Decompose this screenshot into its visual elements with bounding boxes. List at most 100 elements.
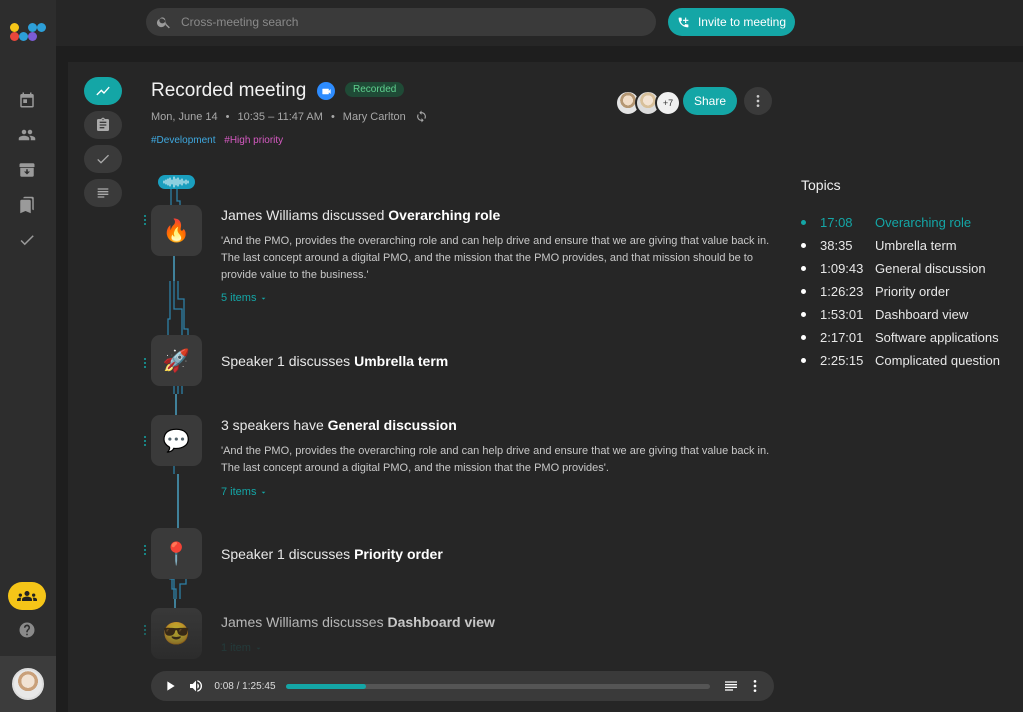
event-speaker: James Williams discussed	[221, 207, 389, 223]
tab-transcript[interactable]	[84, 179, 122, 207]
trend-line-icon	[96, 86, 110, 96]
topic-item[interactable]: 17:08 Overarching role	[801, 214, 971, 230]
user-profile[interactable]	[0, 656, 56, 712]
audio-wave-icon	[158, 175, 195, 189]
playback-time: 0:08 / 1:25:45	[214, 680, 276, 692]
fire-icon[interactable]: 🔥	[151, 205, 202, 256]
tab-tasks[interactable]	[84, 145, 122, 173]
event-items-label: 7 items	[221, 486, 257, 498]
left-rail	[0, 0, 56, 712]
page-title: Recorded meeting	[151, 80, 307, 101]
separator: •	[225, 110, 230, 123]
topic-label: Software applications	[875, 329, 999, 345]
event-topic: Priority order	[354, 546, 443, 562]
phone-icon	[678, 17, 689, 27]
event-items-toggle[interactable]: 1 item	[221, 642, 263, 654]
event-speaker: 3 speakers have	[221, 417, 328, 433]
drag-handle[interactable]	[144, 215, 148, 229]
archive-icon[interactable]	[17, 160, 37, 180]
topic-time: 17:08	[820, 214, 853, 230]
event-items-label: 5 items	[221, 292, 257, 304]
calendar-icon[interactable]	[17, 90, 37, 110]
tab-timeline[interactable]	[84, 77, 122, 105]
topic-time: 1:53:01	[820, 306, 864, 322]
checkmark-icon[interactable]	[17, 230, 37, 250]
more-vertical-icon	[753, 680, 757, 692]
progress-slider[interactable]	[285, 683, 710, 689]
topic-item[interactable]: 2:25:15 Complicated question	[801, 352, 1000, 368]
drag-handle[interactable]	[144, 436, 148, 450]
sync-icon[interactable]	[415, 110, 428, 123]
topic-item[interactable]: 1:53:01 Dashboard view	[801, 306, 968, 322]
progress-fill	[285, 683, 367, 689]
caret-down-icon	[262, 297, 266, 300]
player-more-button[interactable]	[746, 677, 764, 695]
drag-handle[interactable]	[144, 625, 148, 639]
event-items-toggle[interactable]: 7 items	[221, 486, 268, 498]
volume-icon	[189, 680, 202, 692]
topic-item[interactable]: 2:17:01 Software applications	[801, 329, 999, 345]
avatar	[12, 668, 44, 700]
meeting-panel: Recorded meeting Recorded Mon, June 14 •…	[68, 62, 1023, 712]
event-speaker: Speaker 1 discusses	[221, 546, 355, 562]
tag-high-priority[interactable]: #High priority	[224, 135, 283, 146]
invite-to-meeting-button[interactable]: Invite to meeting	[668, 8, 795, 36]
topic-label: Complicated question	[875, 352, 1001, 368]
bookmarks-icon[interactable]	[17, 195, 37, 215]
pushpin-icon[interactable]: 📍	[151, 528, 202, 579]
play-button[interactable]	[161, 677, 179, 695]
people-icon[interactable]	[17, 125, 37, 145]
topic-item[interactable]: 1:26:23 Priority order	[801, 283, 949, 299]
more-options-button[interactable]	[744, 87, 772, 115]
participant-avatars[interactable]: +7	[615, 90, 681, 116]
drag-handle[interactable]	[144, 545, 148, 559]
drag-handle[interactable]	[144, 358, 148, 372]
topic-time: 1:09:43	[820, 260, 864, 276]
help-icon[interactable]	[18, 621, 36, 639]
event-items-toggle[interactable]: 5 items	[221, 292, 268, 304]
share-button[interactable]: Share	[683, 87, 737, 115]
sunglasses-face-icon[interactable]: 😎	[151, 608, 202, 659]
topic-bullet	[801, 311, 806, 317]
meeting-host: Mary Carlton	[342, 110, 406, 123]
meeting-time: 10:35 – 11:47 AM	[237, 110, 323, 123]
group-icon	[17, 591, 37, 601]
caret-down-icon	[262, 491, 266, 494]
search-input[interactable]	[181, 15, 621, 29]
event-topic: Umbrella term	[354, 353, 449, 369]
topic-item[interactable]: 38:35 Umbrella term	[801, 237, 957, 253]
text-lines-icon	[97, 188, 109, 198]
tag-development[interactable]: #Development	[151, 135, 215, 146]
meeting-meta: Mon, June 14 • 10:35 – 11:47 AM • Mary C…	[151, 110, 428, 123]
tag-list: #Development #High priority	[151, 135, 283, 146]
search-box[interactable]	[146, 8, 656, 36]
topics-heading: Topics	[801, 177, 841, 193]
event-topic: General discussion	[327, 417, 457, 433]
team-button[interactable]	[8, 582, 46, 610]
tab-notes[interactable]	[84, 111, 122, 139]
rocket-icon[interactable]: 🚀	[151, 335, 202, 386]
topic-time: 1:26:23	[820, 283, 864, 299]
invite-label: Invite to meeting	[697, 15, 787, 29]
event-quote: 'And the PMO, provides the overarching r…	[221, 235, 770, 281]
event-speaker: Speaker 1 discusses	[221, 353, 355, 369]
topic-bullet	[801, 265, 806, 271]
topic-bullet	[801, 288, 806, 294]
topic-label: Priority order	[875, 283, 950, 299]
checkmark-icon	[97, 154, 109, 164]
event-speaker: James Williams discusses	[221, 614, 388, 630]
clipboard-icon	[97, 117, 109, 131]
topic-bullet	[801, 242, 806, 248]
event-heading: James Williams discussed Overarching rol…	[221, 207, 500, 223]
volume-button[interactable]	[187, 677, 205, 695]
topic-label: Umbrella term	[875, 237, 957, 253]
topic-item[interactable]: 1:09:43 General discussion	[801, 260, 986, 276]
top-bar: Invite to meeting	[56, 0, 1023, 46]
event-heading: Speaker 1 discusses Priority order	[221, 546, 443, 562]
event-items-label: 1 item	[221, 642, 251, 654]
more-vertical-icon	[756, 95, 760, 107]
app-logo[interactable]	[10, 20, 46, 44]
event-heading: 3 speakers have General discussion	[221, 417, 457, 433]
speech-bubble-icon[interactable]: 💬	[151, 415, 202, 466]
transcript-toggle-button[interactable]	[722, 677, 740, 695]
